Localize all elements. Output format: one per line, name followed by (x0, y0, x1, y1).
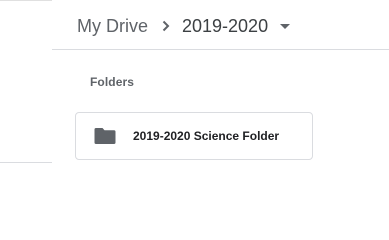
folder-item[interactable]: 2019-2020 Science Folder (75, 112, 313, 160)
folder-icon (94, 127, 116, 145)
breadcrumb: My Drive 2019-2020 (77, 14, 294, 38)
drive-header: My Drive 2019-2020 (52, 0, 389, 50)
folder-name: 2019-2020 Science Folder (133, 129, 280, 143)
breadcrumb-current-folder[interactable]: 2019-2020 (182, 14, 268, 38)
folders-section-label: Folders (90, 75, 135, 89)
nav-top-divider (0, 0, 52, 1)
nav-divider (0, 162, 52, 163)
caret-down-icon[interactable] (276, 14, 294, 38)
drive-page: My Drive 2019-2020 Folders 2019-2020 Sci… (0, 0, 389, 204)
chevron-right-icon (154, 14, 178, 38)
breadcrumb-my-drive[interactable]: My Drive (77, 14, 148, 38)
